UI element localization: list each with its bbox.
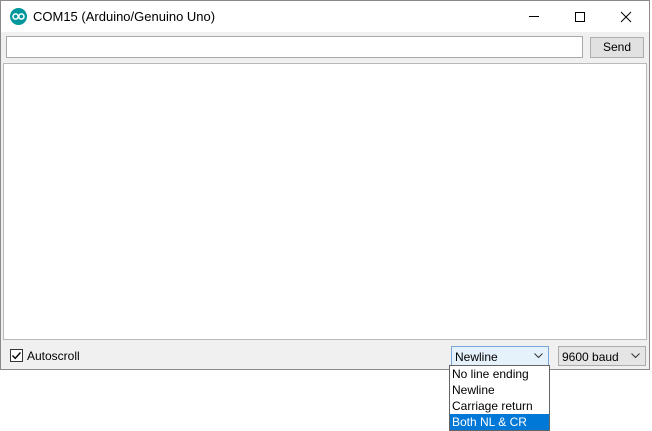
close-icon xyxy=(620,11,632,23)
dropdown-option-both-nl-cr[interactable]: Both NL & CR xyxy=(450,414,549,430)
serial-send-input[interactable] xyxy=(6,36,583,58)
dropdown-option-no-line-ending[interactable]: No line ending xyxy=(450,366,549,382)
line-ending-select[interactable]: Newline xyxy=(451,346,549,366)
window-title: COM15 (Arduino/Genuino Uno) xyxy=(33,9,216,24)
checkmark-icon xyxy=(11,352,22,360)
title-bar[interactable]: COM15 (Arduino/Genuino Uno) xyxy=(1,1,649,32)
autoscroll-label[interactable]: Autoscroll xyxy=(27,349,80,363)
line-ending-value: Newline xyxy=(455,350,498,364)
maximize-button[interactable] xyxy=(557,1,603,32)
line-ending-dropdown-list: No line ending Newline Carriage return B… xyxy=(449,365,550,431)
minimize-button[interactable] xyxy=(511,1,557,32)
maximize-icon xyxy=(575,12,585,22)
send-row: Send xyxy=(1,32,649,62)
close-button[interactable] xyxy=(603,1,649,32)
baud-rate-value: 9600 baud xyxy=(562,350,619,364)
serial-output-area[interactable] xyxy=(3,63,647,340)
chevron-down-icon xyxy=(631,353,640,359)
send-button[interactable]: Send xyxy=(590,37,644,58)
minimize-icon xyxy=(529,16,539,17)
dropdown-option-newline[interactable]: Newline xyxy=(450,382,549,398)
dropdown-option-carriage-return[interactable]: Carriage return xyxy=(450,398,549,414)
status-bar: Autoscroll Newline 9600 baud xyxy=(1,341,649,369)
baud-rate-select[interactable]: 9600 baud xyxy=(558,346,646,366)
arduino-logo-icon xyxy=(10,8,27,25)
serial-monitor-window: COM15 (Arduino/Genuino Uno) Send Autoscr… xyxy=(0,0,650,370)
autoscroll-checkbox[interactable] xyxy=(10,349,23,362)
chevron-down-icon xyxy=(534,353,543,359)
